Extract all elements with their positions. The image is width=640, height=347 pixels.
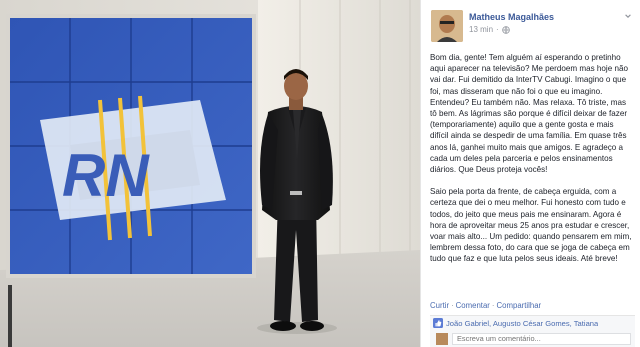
post-photo[interactable]: RN — [0, 0, 420, 347]
comment-composer — [430, 330, 635, 347]
post-timestamp[interactable]: 13 min — [469, 25, 493, 34]
like-link[interactable]: Curtir — [430, 301, 449, 310]
action-separator: · — [491, 301, 495, 310]
comment-link[interactable]: Comentar — [456, 301, 490, 310]
post-panel: Matheus Magalhães 13 min · Bom dia, gent… — [420, 0, 640, 347]
share-link[interactable]: Compartilhar — [497, 301, 542, 310]
likers-list[interactable]: João Gabriel, Augusto César Gomes, Tatia… — [446, 319, 598, 328]
post-paragraph: Saio pela porta da frente, de cabeça erg… — [430, 187, 632, 264]
action-separator: · — [451, 301, 454, 310]
comment-input[interactable] — [452, 332, 631, 345]
likes-bar: João Gabriel, Augusto César Gomes, Tatia… — [430, 315, 635, 330]
logo-text: RN — [62, 142, 150, 209]
thumbs-up-icon — [433, 318, 443, 328]
facebook-photo-viewer: RN Matheus Magalhães 13 min · Bom dia, g… — [0, 0, 640, 347]
chevron-down-icon[interactable] — [624, 12, 632, 20]
post-paragraph: Bom dia, gente! Tem alguém aí esperando … — [430, 53, 628, 175]
studio-scene: RN — [0, 0, 420, 347]
globe-icon[interactable] — [501, 25, 510, 34]
post-header: Matheus Magalhães 13 min · — [421, 0, 640, 46]
post-actions: Curtir · Comentar · Compartilhar — [430, 301, 541, 310]
post-meta: 13 min · — [469, 25, 510, 34]
meta-separator: · — [496, 25, 499, 34]
viewer-avatar — [436, 332, 448, 345]
post-body: Bom dia, gente! Tem alguém aí esperando … — [421, 46, 640, 265]
video-wall: RN — [6, 14, 256, 278]
author-avatar[interactable] — [431, 10, 463, 42]
author-name-link[interactable]: Matheus Magalhães — [469, 12, 554, 22]
